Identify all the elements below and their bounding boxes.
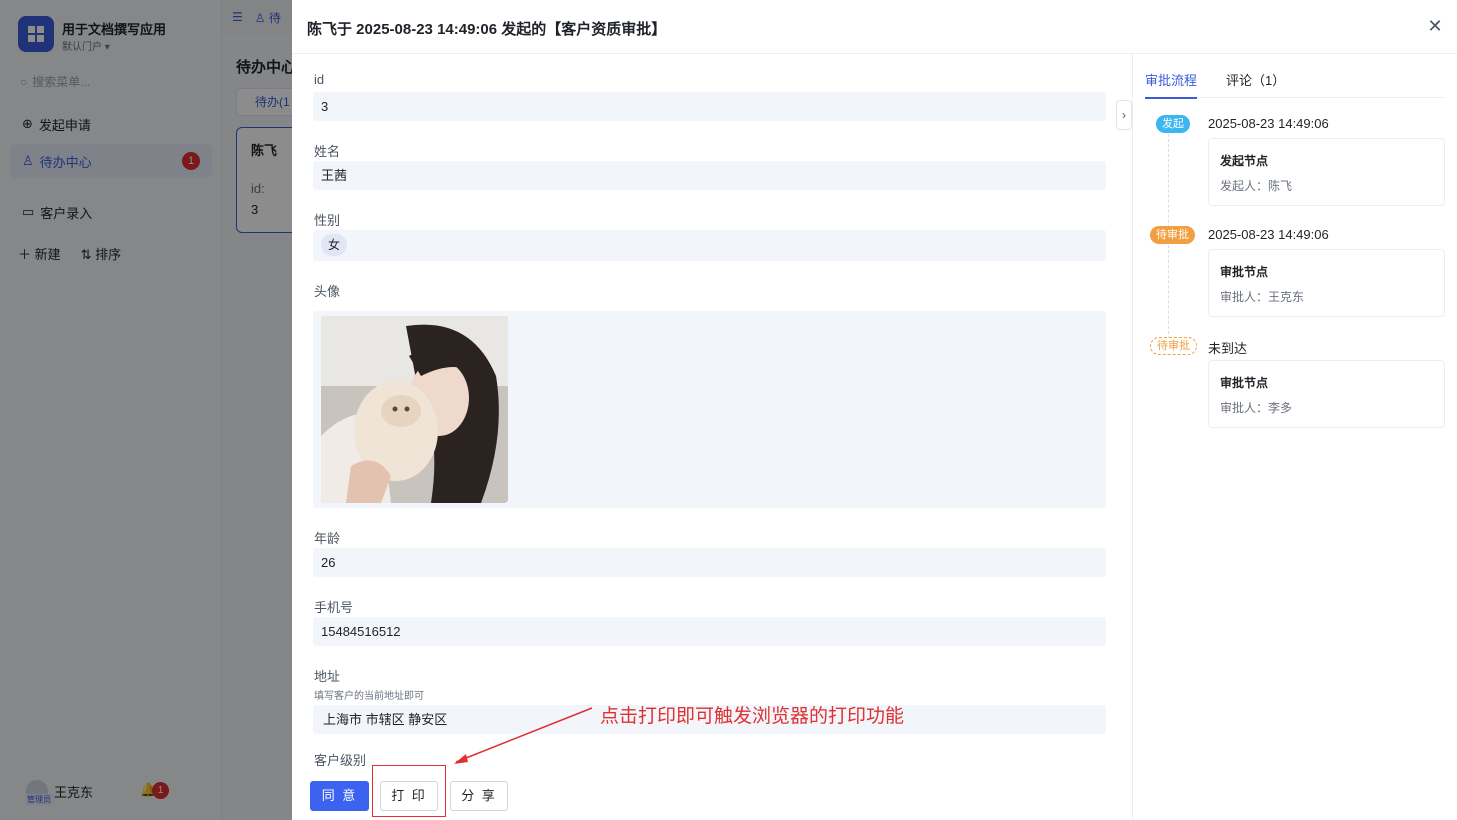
- field-value-avatar: [313, 311, 1106, 508]
- close-icon[interactable]: ✕: [1427, 17, 1443, 35]
- field-label-name: 姓名: [314, 144, 341, 159]
- approval-panel: 审批流程 评论（1） 发起 2025-08-23 14:49:06 发起节点 发…: [1132, 54, 1457, 820]
- gender-chip: 女: [321, 234, 347, 256]
- annotation-arrow: [454, 707, 593, 764]
- field-label-phone: 手机号: [314, 600, 354, 615]
- form-area: id 3 姓名 王茜 性别 女 头像 年龄 26 手机号 15484516512…: [292, 54, 1132, 766]
- tab-approval-flow[interactable]: 审批流程: [1145, 70, 1198, 99]
- field-value-gender: 女: [313, 230, 1106, 261]
- chevron-right-icon[interactable]: ›: [1116, 100, 1132, 130]
- node-person: 发起人：陈飞: [1220, 179, 1293, 193]
- status-badge: 待审批: [1150, 226, 1195, 244]
- tab-comments[interactable]: 评论（1）: [1226, 70, 1285, 97]
- timeline-time: 未到达: [1208, 341, 1248, 356]
- timeline-time: 2025-08-23 14:49:06: [1208, 227, 1329, 242]
- timeline-line: [1168, 134, 1169, 354]
- avatar-image: [321, 316, 508, 503]
- status-badge: 发起: [1156, 115, 1190, 133]
- avatar-photo[interactable]: [321, 316, 508, 503]
- node-person: 审批人：王克东: [1220, 290, 1305, 304]
- field-value-phone: 15484516512: [313, 617, 1106, 646]
- drawer-header: 陈飞于 2025-08-23 14:49:06 发起的【客户资质审批】 ✕: [292, 0, 1457, 54]
- node-person: 审批人：李多: [1220, 401, 1293, 415]
- timeline-time: 2025-08-23 14:49:06: [1208, 116, 1329, 131]
- timeline-card: 审批节点 审批人：李多: [1208, 360, 1445, 428]
- node-title: 审批节点: [1220, 265, 1269, 279]
- share-button[interactable]: 分 享: [450, 781, 508, 811]
- field-label-level: 客户级别: [314, 753, 367, 766]
- node-title: 发起节点: [1220, 154, 1269, 168]
- node-title: 审批节点: [1220, 376, 1269, 390]
- field-label-avatar: 头像: [314, 284, 341, 299]
- approval-drawer: 陈飞于 2025-08-23 14:49:06 发起的【客户资质审批】 ✕ id…: [292, 0, 1457, 820]
- field-label-age: 年龄: [314, 531, 341, 546]
- print-highlight-box: [372, 765, 446, 817]
- status-badge: 待审批: [1150, 337, 1197, 355]
- field-value-id: 3: [313, 92, 1106, 121]
- agree-button[interactable]: 同 意: [310, 781, 369, 811]
- field-value-name: 王茜: [313, 161, 1106, 190]
- field-hint-address: 填写客户的当前地址即可: [314, 691, 424, 702]
- field-label-address: 地址: [314, 669, 341, 684]
- panel-tabs: 审批流程 评论（1）: [1145, 70, 1445, 99]
- timeline-card: 发起节点 发起人：陈飞: [1208, 138, 1445, 206]
- field-value-age: 26: [313, 548, 1106, 577]
- annotation-text: 点击打印即可触发浏览器的打印功能: [600, 706, 905, 727]
- timeline-card: 审批节点 审批人：王克东: [1208, 249, 1445, 317]
- field-label-gender: 性别: [314, 213, 341, 228]
- field-label-id: id: [314, 72, 325, 87]
- drawer-title: 陈飞于 2025-08-23 14:49:06 发起的【客户资质审批】: [307, 21, 667, 38]
